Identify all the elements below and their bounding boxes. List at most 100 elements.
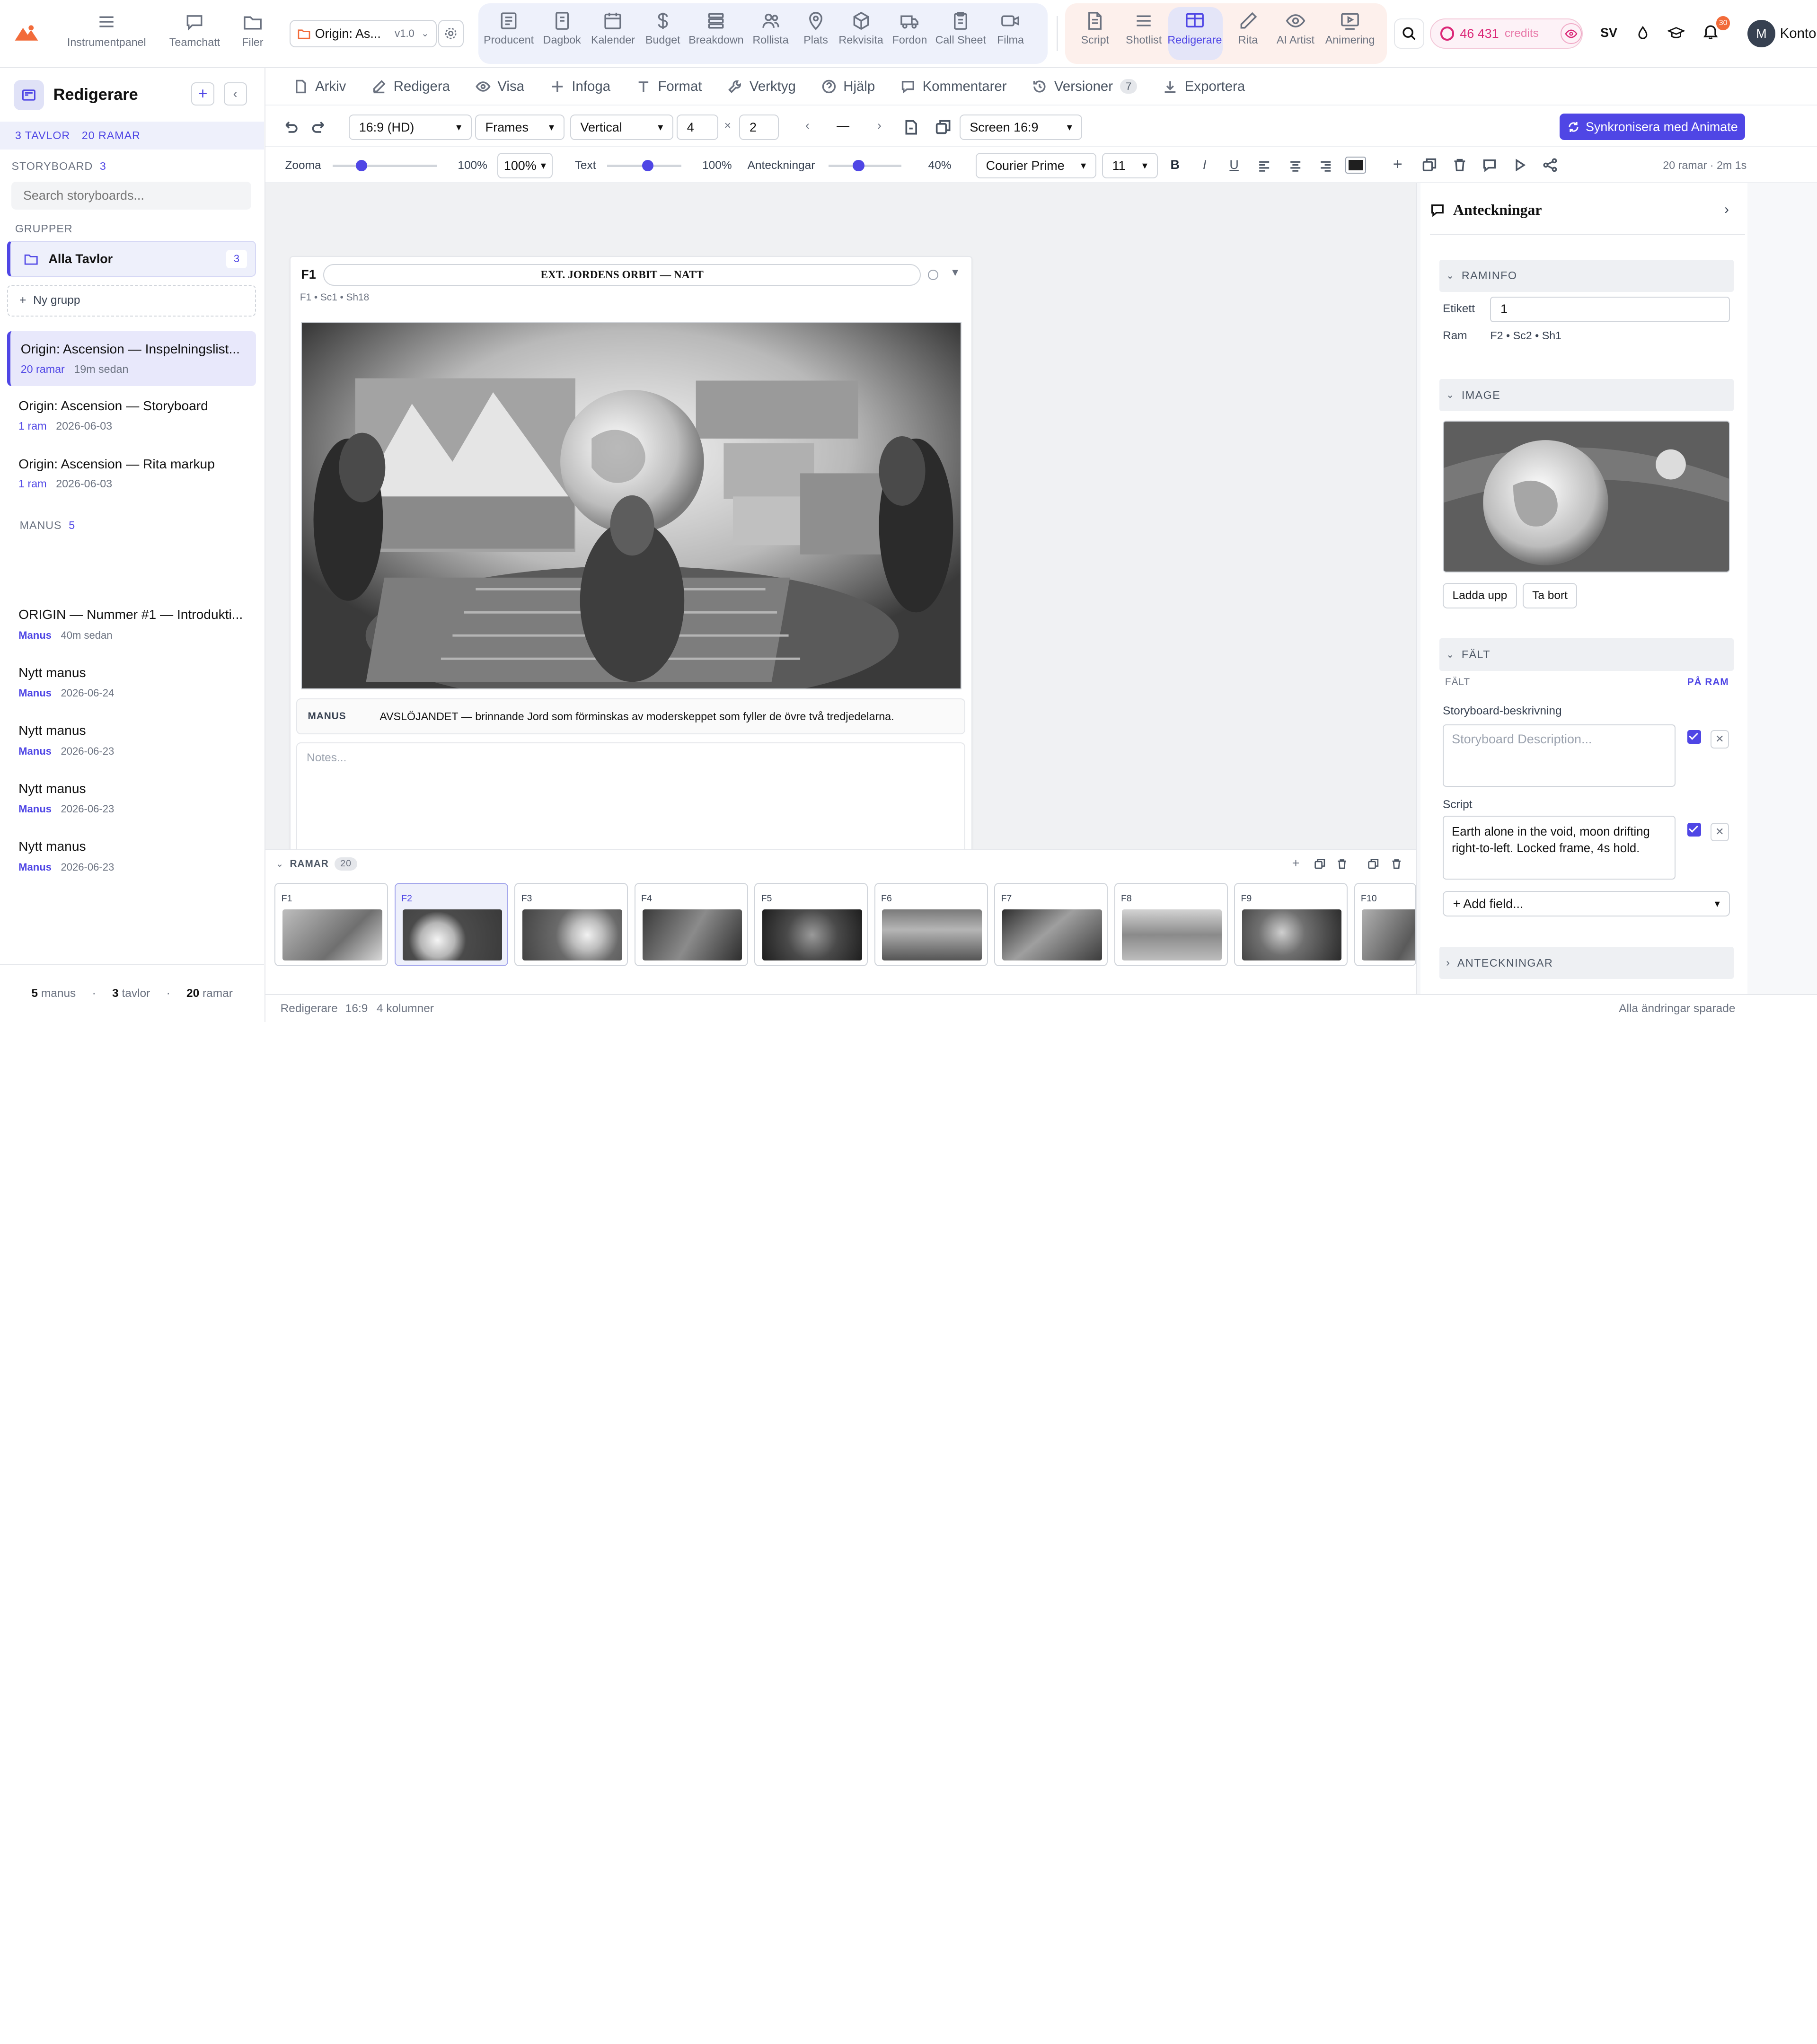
script-textarea[interactable]: Earth alone in the void, moon drifting r…: [1443, 816, 1676, 880]
frame-menu-icon[interactable]: ▼: [950, 266, 961, 279]
nav-budget[interactable]: Budget: [638, 10, 687, 45]
strip-header[interactable]: ⌄ RAMAR 20: [276, 857, 358, 871]
project-settings-button[interactable]: [438, 19, 464, 48]
aspect-select[interactable]: 16:9 (HD) ▾: [349, 115, 472, 141]
close-panel-icon[interactable]: ›: [1724, 202, 1729, 218]
etikett-input[interactable]: 1: [1490, 296, 1730, 322]
remove-desc-field-button[interactable]: ✕: [1710, 730, 1729, 749]
add-field-select[interactable]: + Add field... ▾: [1443, 891, 1730, 917]
manus-row[interactable]: MANUS AVSLÖJANDET — brinnande Jord som f…: [296, 698, 965, 735]
trash-icon[interactable]: [1336, 858, 1348, 870]
notifications-button[interactable]: 30: [1702, 16, 1730, 42]
avatar[interactable]: M: [1747, 19, 1775, 48]
align-center-icon[interactable]: [1288, 159, 1302, 173]
duplicate-icon[interactable]: [1367, 858, 1379, 870]
menu-verktyg[interactable]: Verktyg: [727, 79, 796, 95]
add-frame-icon[interactable]: +: [1292, 856, 1300, 871]
orientation-select[interactable]: Vertical ▾: [570, 115, 673, 141]
nav-shotlist[interactable]: Shotlist: [1120, 10, 1167, 45]
notes-size-slider[interactable]: [829, 159, 902, 172]
board-item[interactable]: Origin: Ascension — Storyboard 1 ram 2026-…: [7, 388, 256, 442]
trash-icon[interactable]: [1452, 158, 1467, 173]
frame-notes-field[interactable]: Notes...: [296, 742, 965, 859]
storyboard-description-textarea[interactable]: Storyboard Description...: [1443, 724, 1676, 787]
section-raminfo[interactable]: ⌄ RAMINFO: [1439, 259, 1734, 292]
search-button[interactable]: [1394, 18, 1424, 49]
align-left-icon[interactable]: [1257, 159, 1271, 173]
bold-icon[interactable]: B: [1170, 158, 1179, 172]
graduation-cap-icon[interactable]: [1667, 26, 1685, 41]
search-storyboards-input[interactable]: [11, 182, 252, 210]
desc-on-frame-checkbox[interactable]: [1687, 730, 1702, 744]
script-item[interactable]: ORIGIN — Nummer #1 — Introdukti... Manus 4…: [18, 607, 256, 653]
frame-thumbnail[interactable]: F2: [394, 883, 508, 967]
nav-fordon[interactable]: Fordon: [886, 10, 933, 45]
columns-input[interactable]: 4: [677, 115, 719, 141]
nav-filma[interactable]: Filma: [988, 10, 1032, 45]
nav-plats[interactable]: Plats: [796, 10, 835, 45]
font-family-select[interactable]: Courier Prime ▾: [976, 153, 1096, 179]
language-button[interactable]: SV: [1600, 26, 1617, 40]
remove-image-button[interactable]: Ta bort: [1522, 582, 1578, 608]
nav-animering[interactable]: Animering: [1318, 10, 1383, 45]
play-icon[interactable]: [1512, 158, 1527, 173]
menu-kommentarer[interactable]: Kommentarer: [900, 79, 1007, 95]
frame-thumbnail[interactable]: F7: [994, 883, 1108, 967]
collapse-sidebar-button[interactable]: ‹: [223, 82, 247, 106]
nav-dagbok[interactable]: Dagbok: [537, 10, 588, 45]
nav-teamchatt[interactable]: Teamchatt: [166, 11, 223, 48]
menu-infoga[interactable]: Infoga: [550, 79, 610, 95]
nav-rollista[interactable]: Rollista: [745, 10, 796, 45]
text-slider-thumb[interactable]: [642, 159, 654, 172]
frame-card[interactable]: F1 EXT. JORDENS ORBIT — NATT ▼ F1 • Sc1 …: [290, 256, 972, 859]
zoom-slider-thumb[interactable]: [355, 159, 368, 172]
app-logo[interactable]: [14, 23, 39, 42]
script-on-frame-checkbox[interactable]: [1687, 822, 1702, 837]
account-label[interactable]: Konto: [1780, 26, 1817, 42]
script-item[interactable]: Nytt manus Manus 2026-06-23: [18, 839, 256, 885]
upload-button[interactable]: Ladda upp: [1443, 582, 1517, 608]
nav-instrumentpanel[interactable]: Instrumentpanel: [64, 11, 150, 48]
theme-drop-icon[interactable]: [1635, 26, 1650, 41]
prev-arrow-icon[interactable]: ‹: [805, 118, 810, 133]
align-right-icon[interactable]: [1319, 159, 1332, 173]
menu-hjälp[interactable]: Hjälp: [821, 79, 875, 95]
italic-icon[interactable]: I: [1203, 158, 1206, 172]
menu-exportera[interactable]: Exportera: [1163, 79, 1245, 95]
frame-thumbnail[interactable]: F9: [1234, 883, 1348, 967]
share-icon[interactable]: [1543, 158, 1558, 173]
duplicate-page-icon[interactable]: [935, 119, 951, 135]
text-size-slider[interactable]: [607, 159, 681, 172]
section-anteckningar[interactable]: › ANTECKNINGAR: [1439, 946, 1734, 979]
frame-image[interactable]: [301, 322, 962, 689]
board-item[interactable]: Origin: Ascension — Inspelningslist... 20…: [7, 331, 256, 386]
add-frame-icon[interactable]: +: [1393, 155, 1402, 174]
screen-select[interactable]: Screen 16:9 ▾: [959, 115, 1083, 141]
trash-icon[interactable]: [1391, 858, 1402, 870]
frame-heading-input[interactable]: EXT. JORDENS ORBIT — NATT: [323, 264, 921, 286]
remove-script-field-button[interactable]: ✕: [1710, 822, 1729, 841]
mode-select[interactable]: Frames ▾: [475, 115, 565, 141]
frame-thumbnail[interactable]: F5: [754, 883, 868, 967]
nav-script[interactable]: Script: [1069, 10, 1120, 45]
status-circle-icon[interactable]: [928, 270, 939, 281]
nav-filer[interactable]: Filer: [237, 11, 269, 48]
export-page-icon[interactable]: [903, 119, 919, 135]
menu-format[interactable]: Format: [636, 79, 702, 95]
copy-frame-icon[interactable]: [1314, 858, 1325, 870]
add-board-button[interactable]: +: [191, 82, 215, 106]
menu-versioner[interactable]: Versioner 7: [1032, 79, 1138, 95]
sync-animate-button[interactable]: Synkronisera med Animate: [1560, 113, 1746, 141]
comment-icon[interactable]: [1482, 158, 1497, 173]
text-color-swatch[interactable]: [1345, 156, 1367, 174]
nav-kalender[interactable]: Kalender: [588, 10, 639, 45]
frame-thumbnail[interactable]: F1: [274, 883, 388, 967]
script-item[interactable]: Nytt manus Manus 2026-06-23: [18, 723, 256, 769]
nav-breakdown[interactable]: Breakdown: [687, 10, 745, 45]
undo-icon[interactable]: [282, 119, 298, 135]
zoom-select[interactable]: 100% ▾: [497, 153, 553, 179]
frame-thumbnail[interactable]: F4: [634, 883, 748, 967]
notes-slider-thumb[interactable]: [853, 159, 864, 172]
rows-input[interactable]: 2: [739, 115, 779, 141]
nav-ai-artist[interactable]: AI Artist: [1273, 10, 1317, 45]
